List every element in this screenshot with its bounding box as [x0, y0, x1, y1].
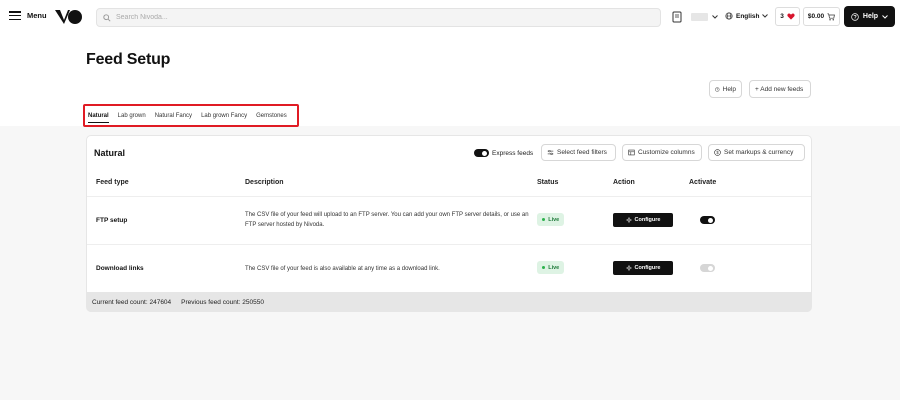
tab-lab-grown-fancy[interactable]: Lab grown Fancy: [201, 113, 247, 123]
language-label: English: [736, 12, 760, 20]
feed-card: Natural Express feeds Select feed filter…: [86, 135, 812, 312]
chevron-down-icon: [882, 14, 888, 19]
select-feed-filters-button[interactable]: Select feed filters: [541, 144, 616, 161]
header-feed-type: Feed type: [96, 179, 129, 186]
chevron-down-icon: [712, 15, 718, 19]
express-feeds-toggle[interactable]: [474, 149, 489, 157]
header-activate: Activate: [689, 179, 717, 186]
feed-type-cell: FTP setup: [96, 217, 128, 224]
wishlist-button[interactable]: 3: [775, 7, 800, 26]
feed-category-tabs: Natural Lab grown Natural Fancy Lab grow…: [88, 113, 296, 123]
status-label: Live: [548, 216, 560, 223]
page-title: Feed Setup: [86, 51, 171, 68]
question-icon: [715, 86, 720, 92]
svg-text:$: $: [716, 150, 719, 155]
cart-button[interactable]: $0.00: [803, 7, 840, 26]
set-markups-currency-label: Set markups & currency: [724, 149, 794, 156]
settings-icon: [625, 217, 632, 223]
previous-feed-count: Previous feed count: 250550: [181, 298, 264, 306]
help-menu-label: Help: [862, 13, 879, 20]
live-dot-icon: [541, 217, 546, 222]
cart-total: $0.00: [807, 13, 825, 20]
hamburger-icon: [9, 11, 21, 20]
tab-lab-grown[interactable]: Lab grown: [118, 113, 146, 123]
configure-ftp-button[interactable]: Configure: [613, 213, 673, 227]
set-markups-currency-button[interactable]: $ Set markups & currency: [708, 144, 805, 161]
question-icon: [851, 12, 859, 21]
status-badge: Live: [537, 213, 564, 226]
tab-gemstones[interactable]: Gemstones: [256, 113, 287, 123]
filter-icon: [547, 149, 554, 156]
nivoda-logo[interactable]: [55, 9, 83, 25]
columns-icon: [628, 149, 635, 156]
customize-columns-label: Customize columns: [638, 149, 695, 156]
current-feed-count: Current feed count: 247604: [92, 298, 172, 306]
add-new-feeds-label: + Add new feeds: [755, 85, 804, 93]
search-input[interactable]: [116, 14, 636, 21]
heart-icon: [787, 13, 795, 20]
live-dot-icon: [541, 265, 546, 270]
express-feeds-control: Express feeds: [474, 149, 533, 157]
help-button-label: Help: [722, 85, 736, 93]
page-header: Feed Setup Help + Add new feeds Natural …: [0, 34, 900, 127]
card-title: Natural: [94, 148, 126, 158]
help-menu-button[interactable]: Help: [844, 6, 895, 27]
top-navigation-bar: Menu English 3 $0.00: [0, 0, 900, 34]
activate-ftp-toggle[interactable]: [700, 216, 715, 224]
activate-download-toggle[interactable]: [700, 264, 715, 272]
cart-icon: [827, 12, 836, 21]
configure-label: Configure: [634, 265, 661, 271]
row-divider: [87, 196, 811, 197]
search-bar[interactable]: [96, 8, 661, 27]
select-feed-filters-label: Select feed filters: [557, 149, 607, 156]
menu-button[interactable]: Menu: [9, 11, 47, 20]
header-action: Action: [613, 179, 635, 186]
feed-type-cell: Download links: [96, 265, 144, 272]
customize-columns-button[interactable]: Customize columns: [622, 144, 702, 161]
row-divider: [87, 244, 811, 245]
document-icon[interactable]: [672, 11, 682, 23]
menu-label: Menu: [27, 11, 47, 20]
chevron-down-icon: [762, 14, 769, 18]
feed-count-footer: Current feed count: 247604 Previous feed…: [87, 292, 811, 312]
settings-icon: [625, 265, 632, 271]
currency-icon: $: [714, 149, 721, 156]
wishlist-count: 3: [780, 13, 784, 20]
description-cell: The CSV file of your feed will upload to…: [245, 212, 529, 228]
header-status: Status: [537, 179, 559, 186]
status-label: Live: [548, 264, 560, 271]
configure-download-button[interactable]: Configure: [613, 261, 673, 275]
search-icon: [103, 13, 111, 22]
tab-natural[interactable]: Natural: [88, 113, 109, 123]
add-new-feeds-button[interactable]: + Add new feeds: [749, 80, 811, 98]
status-badge: Live: [537, 261, 564, 274]
flag-icon: [691, 13, 708, 21]
tab-natural-fancy[interactable]: Natural Fancy: [155, 113, 192, 123]
description-cell: The CSV file of your feed is also availa…: [245, 266, 440, 272]
help-button[interactable]: Help: [709, 80, 742, 98]
language-select[interactable]: English: [725, 12, 769, 20]
header-description: Description: [245, 179, 284, 186]
express-feeds-label: Express feeds: [492, 149, 534, 157]
configure-label: Configure: [634, 217, 661, 223]
globe-icon: [725, 12, 733, 20]
region-select[interactable]: [691, 13, 718, 21]
